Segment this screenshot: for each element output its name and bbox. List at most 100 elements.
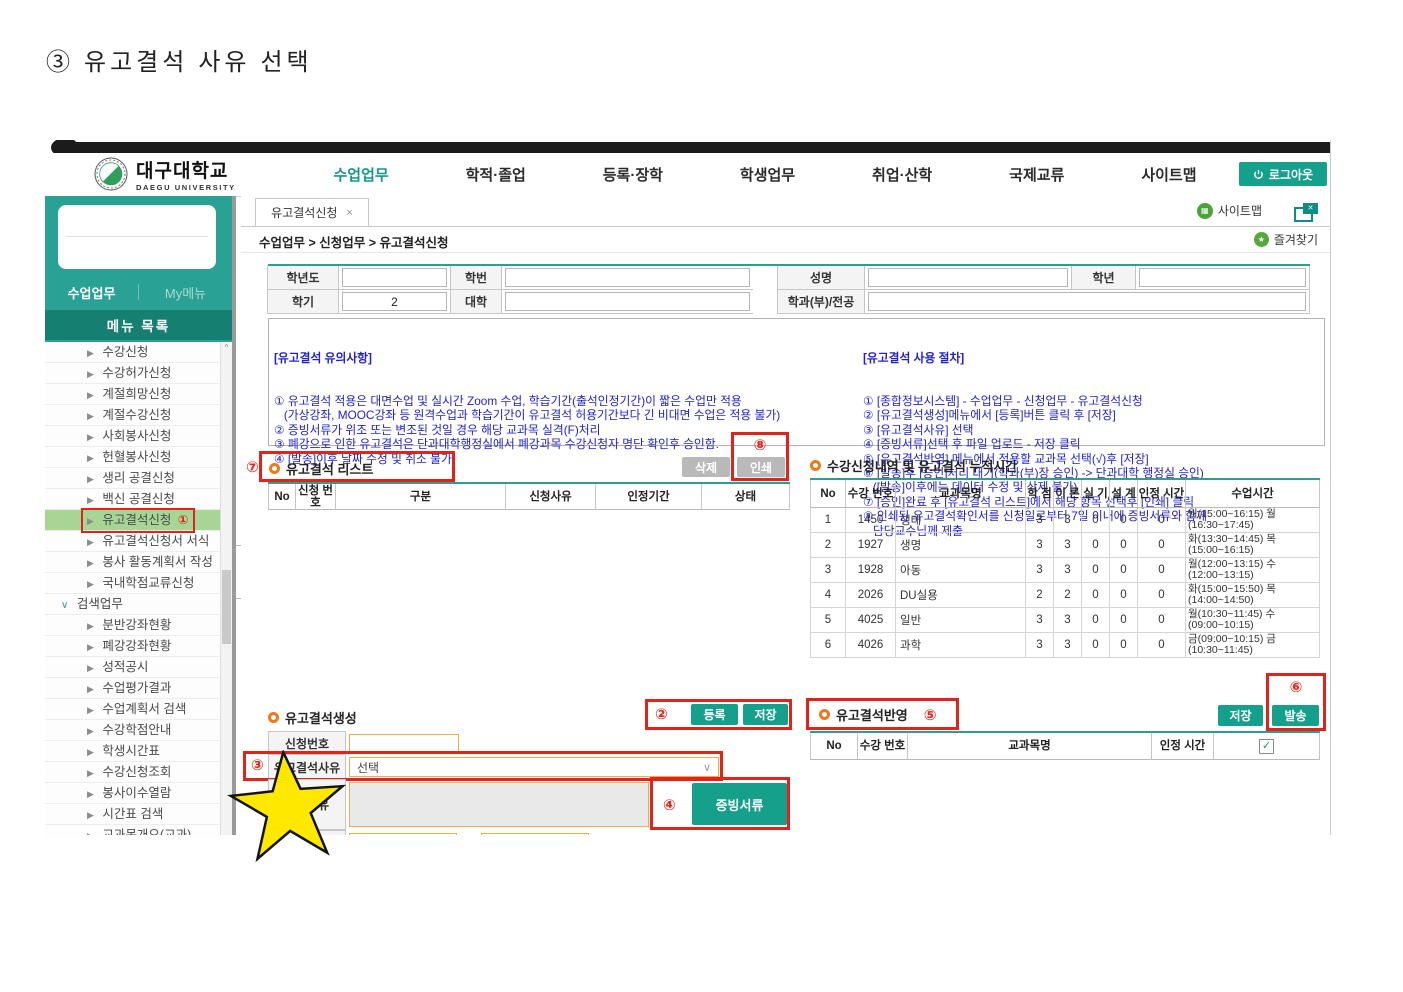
menu-arrow-icon: ▶ xyxy=(87,474,94,484)
sidebar-menu-item[interactable]: ▶ 백신 공결신청 xyxy=(45,489,232,510)
menu-item-label: 계절수강신청 xyxy=(102,408,172,422)
period-end-input[interactable] xyxy=(481,833,589,835)
top-nav-item[interactable]: 학생업무 xyxy=(740,164,795,185)
sidebar-menu-item[interactable]: ▶ 수강신청조회 xyxy=(45,762,232,783)
sidebar-menu-item[interactable]: ▶ 봉사이수열람 xyxy=(45,783,232,804)
name-label: 성명 xyxy=(777,266,865,290)
top-nav-item[interactable]: 국제교류 xyxy=(1009,164,1064,185)
name-input[interactable] xyxy=(868,268,1068,287)
top-nav-item[interactable]: 학적·졸업 xyxy=(466,164,526,185)
sidebar-menu-item[interactable]: ▶ 폐강강좌현황 xyxy=(45,636,232,657)
top-nav-item[interactable]: 수업업무 xyxy=(333,164,388,185)
notice-line: ② [유고결석생성]메뉴에서 [등록]버튼 클릭 후 [저장] xyxy=(863,408,1116,423)
sidebar-menu-item[interactable]: ▶ 헌혈봉사신청 xyxy=(45,447,232,468)
sidebar-menu-item[interactable]: ▶ 성적공시 xyxy=(45,657,232,678)
print-button[interactable]: 인쇄 xyxy=(737,457,785,477)
sidebar-menu-item[interactable]: ▶ 분반강좌현황 xyxy=(45,615,232,636)
sidebar-menu-item[interactable]: ∨ 검색업무 xyxy=(45,594,232,615)
sidebar-menu-item[interactable]: ▶ 봉사 활동계획서 작성 xyxy=(45,552,232,573)
sidebar: 수업업무 My메뉴 메뉴 목록 ▶ 수강신청 ▶ 수강허가신청 ▶ 계절희망신청… xyxy=(45,196,232,835)
period-separator: ~ xyxy=(469,834,476,835)
sitemap-link[interactable]: ▦ 사이트맵 xyxy=(1196,202,1262,219)
tab-absence-application[interactable]: 유고결석신청 × xyxy=(255,198,369,226)
menu-arrow-icon: ▶ xyxy=(87,705,94,715)
appno-input[interactable] xyxy=(349,734,459,752)
create-save-button[interactable]: 저장 xyxy=(743,704,788,725)
menu-arrow-icon: ▶ xyxy=(87,663,94,673)
app-window: 대구대학교 DAEGU UNIVERSITY 수업업무 학적·졸업 등록·장학 … xyxy=(45,140,1331,835)
credit-table-row: 2 1927 생명 3 3 0 0 0 화(13:30~14:45) 목(15:… xyxy=(810,533,1320,558)
year-label: 학년도 xyxy=(267,266,339,290)
menu-arrow-icon: ▶ xyxy=(87,810,94,820)
sidebar-menu-item[interactable]: ▶ 유고결석신청 ① xyxy=(45,508,232,533)
section-bullet-icon xyxy=(819,709,830,720)
menu-item-label: 폐강강좌현황 xyxy=(102,639,172,653)
sidebar-divider xyxy=(232,196,236,835)
semester-input[interactable]: 2 xyxy=(342,292,447,311)
menu-arrow-icon: ▶ xyxy=(87,579,94,589)
semester-label: 학기 xyxy=(267,290,339,314)
send-button[interactable]: 발송 xyxy=(1272,705,1319,726)
period-start-input[interactable] xyxy=(349,833,457,835)
sidebar-menu-item[interactable]: ▶ 수업계획서 검색 xyxy=(45,699,232,720)
notice-line: ③ [유고결석사유] 선택 xyxy=(863,422,974,437)
top-nav-item[interactable]: 등록·장학 xyxy=(603,164,663,185)
menu-item-label: 국내학점교류신청 xyxy=(102,576,195,590)
window-popup-icon[interactable]: ✕ xyxy=(1294,203,1320,222)
sidebar-tab-main[interactable]: 수업업무 xyxy=(45,283,138,302)
section-bullet-icon xyxy=(810,460,821,471)
favorite-button[interactable]: ★ 즐겨찾기 xyxy=(1253,231,1318,248)
sidebar-menu-item[interactable]: ▶ 학생시간표 xyxy=(45,741,232,762)
menu-item-label: 교과목개요(교과) xyxy=(102,828,192,835)
apply-section-title: 유고결석반영 ⑤ xyxy=(819,705,936,724)
studentno-input[interactable] xyxy=(505,268,750,287)
sidebar-menu-item[interactable]: ▶ 시간표 검색 xyxy=(45,804,232,825)
sidebar-tab-mymenu[interactable]: My메뉴 xyxy=(139,283,232,302)
absence-reason-select[interactable]: 선택 ∨ xyxy=(349,757,719,777)
menu-item-label: 분반강좌현황 xyxy=(102,618,172,632)
menu-item-label: 검색업무 xyxy=(76,597,123,611)
scrollbar-thumb[interactable] xyxy=(222,570,231,644)
apply-reason-textarea[interactable] xyxy=(349,782,649,827)
sidebar-menu-item[interactable]: ▶ 수업평가결과 xyxy=(45,678,232,699)
menu-arrow-icon: ▶ xyxy=(87,537,94,547)
evidence-button[interactable]: 증빙서류 xyxy=(692,783,787,825)
college-input[interactable] xyxy=(505,292,750,311)
sidebar-menu-item[interactable]: ▶ 수강학점안내 xyxy=(45,720,232,741)
tab-close-icon[interactable]: × xyxy=(346,207,352,219)
page-title: ③ 유고결석 사유 선택 xyxy=(46,50,313,76)
top-nav-item[interactable]: 취업·산학 xyxy=(872,164,932,185)
sidebar-menu-item[interactable]: ▶ 사회봉사신청 xyxy=(45,426,232,447)
menu-item-label: 수강신청 xyxy=(102,345,149,359)
scroll-up-icon[interactable]: ^ xyxy=(221,343,232,352)
logout-button[interactable]: 로그아웃 xyxy=(1239,162,1327,186)
menu-item-label: 계절희망신청 xyxy=(102,387,172,401)
menu-item-label: 수강허가신청 xyxy=(102,366,172,380)
menu-item-label: 유고결석신청 xyxy=(102,513,172,527)
annotation-2: ② xyxy=(655,705,668,723)
sidebar-menu-item[interactable]: ▶ 수강신청 xyxy=(45,342,232,363)
sidebar-menu-item[interactable]: ▶ 생리 공결신청 xyxy=(45,468,232,489)
university-name: 대구대학교 xyxy=(136,161,229,182)
sidebar-menu-item[interactable]: ▶ 수강허가신청 xyxy=(45,363,232,384)
apply-save-button[interactable]: 저장 xyxy=(1218,705,1263,726)
sidebar-menu-item[interactable]: ▶ 유고결석신청서 서식 xyxy=(45,531,232,552)
breadcrumb: 수업업무 > 신청업무 > 유고결석신청 xyxy=(259,236,449,250)
annotation-4: ④ xyxy=(663,796,676,814)
grade-input[interactable] xyxy=(1139,268,1306,287)
delete-button[interactable]: 삭제 xyxy=(682,457,730,477)
credit-table: No 수강 번호 교과목명 학 점 이 론 실 기 설 계 인정 시간 수업시간… xyxy=(810,478,1320,658)
register-button[interactable]: 등록 xyxy=(691,704,738,725)
select-all-checkbox[interactable]: ✓ xyxy=(1259,738,1274,754)
sidebar-menu-item[interactable]: ▶ 교과목개요(교과) xyxy=(45,825,232,835)
top-nav-item[interactable]: 사이트맵 xyxy=(1141,164,1196,185)
sidebar-menu-item[interactable]: ▶ 계절수강신청 xyxy=(45,405,232,426)
year-input[interactable] xyxy=(342,268,447,287)
sidebar-menu-item[interactable]: ▶ 계절희망신청 xyxy=(45,384,232,405)
menu-arrow-icon: ▶ xyxy=(87,642,94,652)
dept-input[interactable] xyxy=(868,292,1306,311)
notice-box: [유고결석 유의사항] ① 유고결석 적용은 대면수업 및 실시간 Zoom 수… xyxy=(268,318,1325,538)
student-info-form: 학년도 학번 성명 학년 학기 2 대학 학과(부)/전공 xyxy=(267,264,1310,314)
menu-item-label: 수업계획서 검색 xyxy=(102,702,187,716)
sidebar-menu-item[interactable]: ▶ 국내학점교류신청 xyxy=(45,573,232,594)
